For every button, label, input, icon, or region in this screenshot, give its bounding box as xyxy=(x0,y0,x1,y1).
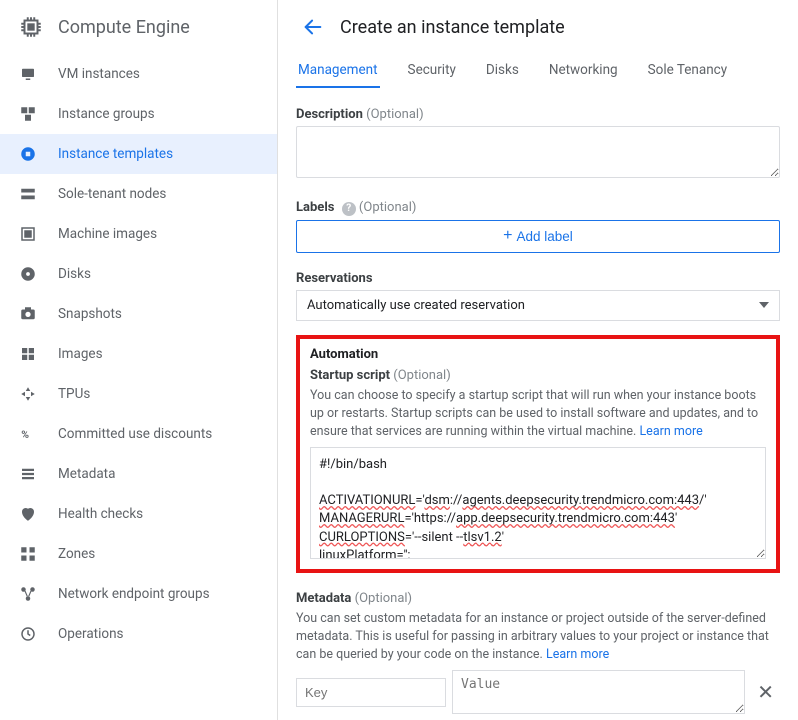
operations-icon xyxy=(18,625,38,643)
sidebar-item-health-checks[interactable]: Health checks xyxy=(0,494,277,534)
sidebar-item-label: Images xyxy=(58,346,103,362)
page-header: Create an instance template xyxy=(278,0,798,46)
help-icon[interactable]: ? xyxy=(342,202,356,216)
sidebar-item-label: Committed use discounts xyxy=(58,426,212,442)
tab-networking[interactable]: Networking xyxy=(547,54,620,88)
automation-highlight: Automation Startup script (Optional) You… xyxy=(296,335,780,573)
sidebar-item-vm-instances[interactable]: VM instances xyxy=(0,54,277,94)
sidebar-item-label: Zones xyxy=(58,546,95,562)
optional-text: (Optional) xyxy=(359,200,416,215)
sidebar-item-zones[interactable]: Zones xyxy=(0,534,277,574)
labels-label: Labels ? (Optional) xyxy=(296,200,780,216)
optional-text: (Optional) xyxy=(355,591,412,606)
reservations-dropdown[interactable]: Automatically use created reservation xyxy=(296,290,780,321)
automation-label: Automation xyxy=(310,347,766,362)
page-title: Create an instance template xyxy=(340,17,565,38)
sidebar-item-network-endpoint-groups[interactable]: Network endpoint groups xyxy=(0,574,277,614)
sidebar-item-label: Snapshots xyxy=(58,306,122,322)
sidebar-item-machine-images[interactable]: Machine images xyxy=(0,214,277,254)
compute-engine-icon xyxy=(18,14,44,40)
product-name: Compute Engine xyxy=(58,17,190,38)
metadata-help-text: You can set custom metadata for an insta… xyxy=(296,610,780,664)
metadata-value-input[interactable] xyxy=(452,670,745,714)
add-label-button[interactable]: + Add label xyxy=(296,220,780,253)
tabs: Management Security Disks Networking Sol… xyxy=(278,46,798,89)
sidebar-item-operations[interactable]: Operations xyxy=(0,614,277,654)
sidebar-item-committed-use-discounts[interactable]: % Committed use discounts xyxy=(0,414,277,454)
sidebar-item-label: Health checks xyxy=(58,506,143,522)
sidebar-item-label: Operations xyxy=(58,626,124,642)
back-arrow-icon[interactable] xyxy=(302,16,324,38)
sidebar-item-label: Network endpoint groups xyxy=(58,586,210,602)
sidebar-item-instance-groups[interactable]: Instance groups xyxy=(0,94,277,134)
description-label-text: Description xyxy=(296,107,363,122)
zones-icon xyxy=(18,545,38,563)
metadata-kv-row: ✕ xyxy=(296,670,780,714)
sidebar-item-disks[interactable]: Disks xyxy=(0,254,277,294)
learn-more-link[interactable]: Learn more xyxy=(546,647,609,662)
health-checks-icon xyxy=(18,505,38,523)
metadata-icon xyxy=(18,465,38,483)
sidebar: Compute Engine VM instances Instance gro… xyxy=(0,0,278,720)
sidebar-item-images[interactable]: Images xyxy=(0,334,277,374)
sidebar-item-label: Sole-tenant nodes xyxy=(58,186,166,202)
metadata-label: Metadata (Optional) xyxy=(296,591,780,606)
sidebar-item-label: Disks xyxy=(58,266,91,282)
sidebar-item-label: Machine images xyxy=(58,226,157,242)
tab-sole-tenancy[interactable]: Sole Tenancy xyxy=(646,54,730,88)
machine-images-icon xyxy=(18,225,38,243)
reservations-label: Reservations xyxy=(296,271,780,286)
sidebar-item-label: TPUs xyxy=(58,386,90,402)
form-content: Description (Optional) Labels ? (Optiona… xyxy=(278,89,798,720)
sidebar-item-tpus[interactable]: TPUs xyxy=(0,374,277,414)
remove-row-icon[interactable]: ✕ xyxy=(751,680,780,704)
tpus-icon xyxy=(18,385,38,403)
network-endpoint-icon xyxy=(18,585,38,603)
metadata-label-text: Metadata xyxy=(296,591,351,606)
labels-label-text: Labels xyxy=(296,200,334,215)
description-input[interactable] xyxy=(296,126,780,178)
metadata-key-input[interactable] xyxy=(296,678,446,707)
learn-more-link[interactable]: Learn more xyxy=(639,424,702,439)
discounts-icon: % xyxy=(18,425,38,443)
description-label: Description (Optional) xyxy=(296,107,780,122)
sidebar-item-label: Instance templates xyxy=(58,146,173,162)
chevron-down-icon xyxy=(759,302,769,308)
sidebar-item-sole-tenant-nodes[interactable]: Sole-tenant nodes xyxy=(0,174,277,214)
tab-management[interactable]: Management xyxy=(296,54,380,88)
sidebar-item-label: Metadata xyxy=(58,466,115,482)
add-label-text: Add label xyxy=(517,229,573,244)
reservation-value: Automatically use created reservation xyxy=(307,298,525,313)
svg-text:%: % xyxy=(21,428,29,441)
startup-label-text: Startup script xyxy=(310,368,390,383)
sidebar-item-label: Instance groups xyxy=(58,106,155,122)
product-header: Compute Engine xyxy=(0,0,277,54)
startup-script-input[interactable]: #!/bin/bash ACTIVATIONURL='dsm://agents.… xyxy=(310,447,766,559)
sidebar-nav[interactable]: VM instances Instance groups Instance te… xyxy=(0,54,277,720)
metadata-help-body: You can set custom metadata for an insta… xyxy=(296,611,769,662)
sidebar-item-label: VM instances xyxy=(58,66,140,82)
nodes-icon xyxy=(18,185,38,203)
startup-help-text: You can choose to specify a startup scri… xyxy=(310,387,766,441)
main-content: Create an instance template Management S… xyxy=(278,0,798,720)
optional-text: (Optional) xyxy=(366,107,423,122)
sidebar-item-instance-templates[interactable]: Instance templates xyxy=(0,134,277,174)
images-icon xyxy=(18,345,38,363)
sidebar-item-metadata[interactable]: Metadata xyxy=(0,454,277,494)
vm-icon xyxy=(18,65,38,83)
tab-disks[interactable]: Disks xyxy=(484,54,521,88)
optional-text: (Optional) xyxy=(393,368,450,383)
disks-icon xyxy=(18,265,38,283)
templates-icon xyxy=(18,145,38,163)
tab-security[interactable]: Security xyxy=(406,54,458,88)
snapshots-icon xyxy=(18,305,38,323)
groups-icon xyxy=(18,105,38,123)
startup-script-label: Startup script (Optional) xyxy=(310,368,766,383)
sidebar-item-snapshots[interactable]: Snapshots xyxy=(0,294,277,334)
